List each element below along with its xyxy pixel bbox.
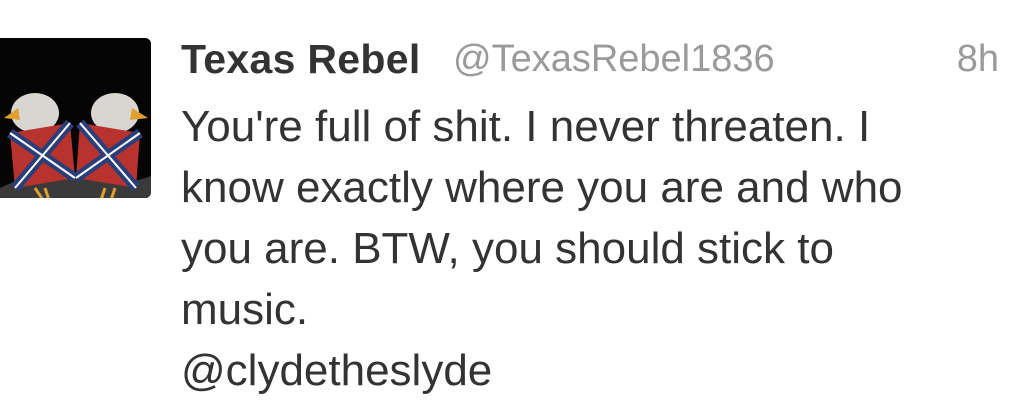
- author-name[interactable]: Texas Rebel: [181, 36, 421, 83]
- tweet-text-line: You're full of shit. I never threaten. I: [181, 102, 871, 151]
- tweet-timestamp: 8h: [956, 38, 999, 80]
- avatar-image: [0, 38, 151, 198]
- author-handle[interactable]: @TexasRebel1836: [453, 38, 775, 81]
- tweet-text-line: know exactly where you are and who: [181, 163, 903, 212]
- tweet-header: Texas Rebel @TexasRebel1836 8h: [181, 36, 1001, 86]
- tweet-text: You're full of shit. I never threaten. I…: [181, 96, 981, 401]
- tweet-text-line: you are. BTW, you should stick to: [181, 224, 834, 273]
- profile-avatar[interactable]: [0, 38, 151, 198]
- mention-link[interactable]: @clydetheslyde: [181, 340, 981, 401]
- tweet[interactable]: Texas Rebel @TexasRebel1836 8h You're fu…: [0, 0, 1024, 409]
- tweet-text-line: music.: [181, 285, 309, 334]
